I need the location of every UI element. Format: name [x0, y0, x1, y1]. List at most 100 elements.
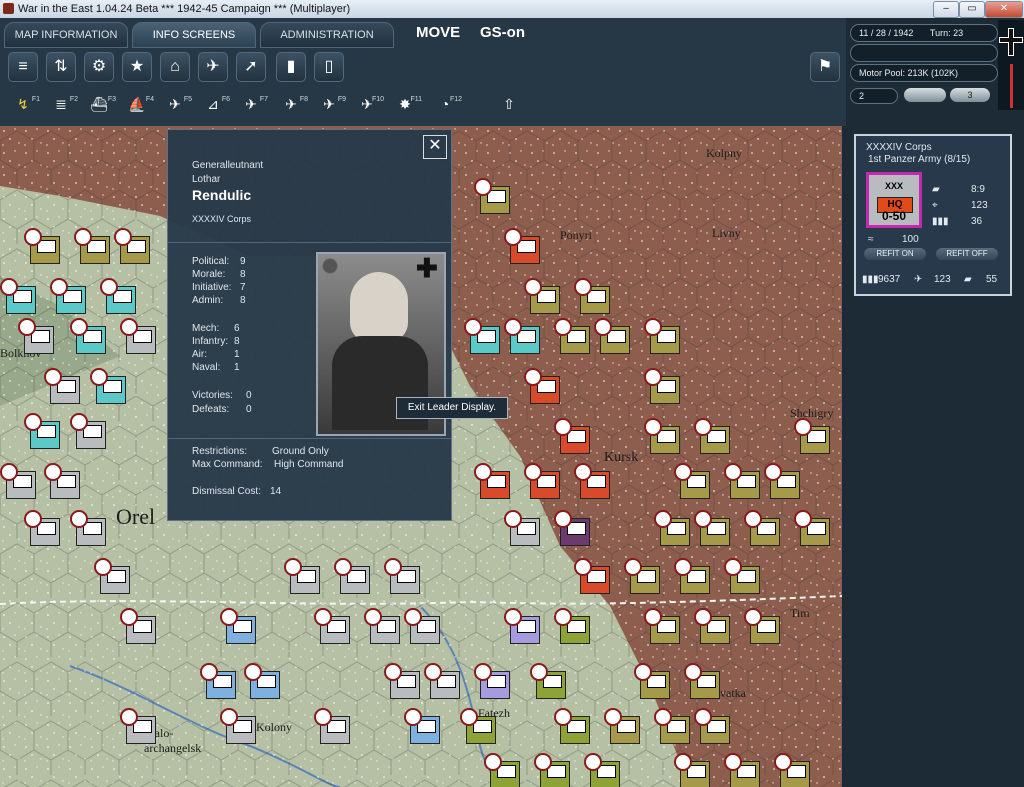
up-icon[interactable]: ⇧ [494, 90, 524, 118]
afv-total: 55 [986, 274, 998, 285]
unit-badge-icon [524, 368, 542, 386]
report-icon[interactable]: ▯ [314, 52, 344, 82]
gear-icon[interactable]: ⚙ [84, 52, 114, 82]
unit-afv: 8:9 [971, 184, 985, 195]
unit-badge-icon [334, 558, 352, 576]
toggle-left[interactable] [904, 88, 946, 102]
unit-badge-icon [114, 228, 132, 246]
layers-icon[interactable]: ≡ [8, 52, 38, 82]
rocket-icon[interactable]: ➚ [236, 52, 266, 82]
tab-administration[interactable]: ADMINISTRATION [260, 22, 394, 48]
unit-badge-icon [220, 608, 238, 626]
hotkey-label: F7 [259, 96, 268, 103]
town-kolony: Kolony [256, 720, 292, 734]
star-icon[interactable]: ★ [122, 52, 152, 82]
unit-badge-icon [674, 558, 692, 576]
move-mode-label: MOVE [416, 24, 461, 41]
unit-counter[interactable]: XXX HQ 0-50 [866, 172, 922, 228]
unit-badge-icon [484, 753, 502, 771]
fuel-icon[interactable]: ▮ [276, 52, 306, 82]
motor-pool-field: Motor Pool: 213K (102K) [850, 64, 998, 82]
unit-badge-icon [44, 368, 62, 386]
german-cross-emblem [998, 20, 1024, 110]
dial-icon[interactable]: ◔ F12 [430, 90, 462, 118]
leader-last-name: Rendulic [192, 187, 252, 203]
unit-strength: 0-50 [881, 209, 907, 223]
unit-badge-icon [474, 463, 492, 481]
gs-mode-label: GS-on [480, 24, 525, 41]
paradrop-icon[interactable]: ✈ F9 [314, 90, 346, 118]
unit-badge-icon [474, 663, 492, 681]
rating-initiative-label: Initiative: [192, 282, 232, 293]
refit-off-button[interactable]: REFIT OFF [936, 248, 998, 260]
rating-political-value: 9 [240, 256, 246, 267]
hotkey-label: F9 [337, 96, 346, 103]
unit-badge-icon [404, 608, 422, 626]
unit-badge-icon [674, 463, 692, 481]
transfer-icon[interactable]: ✈ F7 [236, 90, 268, 118]
maximize-button[interactable]: ▭ [959, 1, 985, 18]
airbase-icon[interactable]: ⊿ F6 [198, 90, 230, 118]
unit-badge-icon [314, 608, 332, 626]
air-total: 123 [934, 274, 951, 285]
unit-badge-icon [74, 228, 92, 246]
tab-info-screens[interactable]: INFO SCREENS [132, 22, 256, 48]
factory-icon[interactable]: ⌂ [160, 52, 190, 82]
rating-political-label: Political: [192, 256, 230, 267]
tab-map-information[interactable]: MAP INFORMATION [4, 22, 128, 48]
refit-on-button[interactable]: REFIT ON [864, 248, 926, 260]
naval-icon[interactable]: ⛵ F4 [122, 90, 154, 118]
hotkey-label: F12 [449, 96, 462, 103]
town-livny: Livny [712, 226, 741, 240]
move-icon[interactable]: ↯ F1 [8, 90, 40, 118]
unit-badge-icon [654, 510, 672, 528]
victories-value: 0 [246, 390, 252, 401]
explosion-icon-glyph: ✸ [399, 96, 411, 112]
air-missions-icon[interactable]: ✈ F5 [160, 90, 192, 118]
bomb-city-icon[interactable]: ✈ F8 [276, 90, 308, 118]
explosion-icon[interactable]: ✸ F11 [390, 90, 422, 118]
flag-icon[interactable]: ⚑ [810, 52, 840, 82]
divider-2 [168, 438, 451, 439]
unit-badge-icon [94, 558, 112, 576]
city-orel: Orel [116, 504, 156, 529]
rating-admin-label: Admin: [192, 295, 224, 306]
interdict-icon[interactable]: ✈ F10 [352, 90, 384, 118]
unit-badge-icon [774, 753, 792, 771]
unit-badge-icon [220, 708, 238, 726]
unit-badge-icon [574, 558, 592, 576]
air-total-icon: ✈ [914, 274, 923, 285]
bomb-city-icon-glyph: ✈ [285, 96, 297, 112]
unit-badge-icon [90, 368, 108, 386]
unit-badge-icon [50, 278, 68, 296]
air-icon[interactable]: ✈ [198, 52, 228, 82]
men-total: 9637 [878, 274, 901, 285]
unit-badge-icon [524, 278, 542, 296]
toggle-right[interactable]: 3 [950, 88, 990, 102]
ship-icon[interactable]: ⛴ F3 [84, 90, 116, 118]
close-window-button[interactable]: ✕ [985, 1, 1023, 18]
unit-badge-icon [724, 558, 742, 576]
hotkey-label: F1 [31, 96, 40, 103]
minimize-button[interactable]: – [933, 1, 959, 18]
town-kolpny: Kolpny [706, 146, 742, 160]
flag-stripe [1010, 64, 1013, 108]
exit-leader-tooltip: Exit Leader Display. [396, 397, 508, 419]
rating-mech-value: 6 [234, 323, 240, 334]
unit-badge-icon [644, 418, 662, 436]
value-number: 2 [859, 91, 865, 101]
unit-badge-icon [694, 708, 712, 726]
cross-core-h [1000, 38, 1022, 42]
unit-badge-icon [744, 608, 762, 626]
arrows-icon[interactable]: ⇅ [46, 52, 76, 82]
unit-support: 100 [902, 234, 919, 245]
unit-men: 36 [971, 216, 983, 227]
unit-badge-icon [504, 318, 522, 336]
ship-icon-glyph: ⛴ [90, 96, 108, 112]
value-field[interactable]: 2 [850, 88, 898, 104]
portrait-badge [322, 258, 338, 274]
unit-badge-icon [594, 318, 612, 336]
leader-display-panel: ✕ Generalleutnant Lothar Rendulic XXXXIV… [167, 129, 452, 521]
close-leader-button[interactable]: ✕ [423, 135, 447, 159]
rail-icon[interactable]: ≣ F2 [46, 90, 78, 118]
